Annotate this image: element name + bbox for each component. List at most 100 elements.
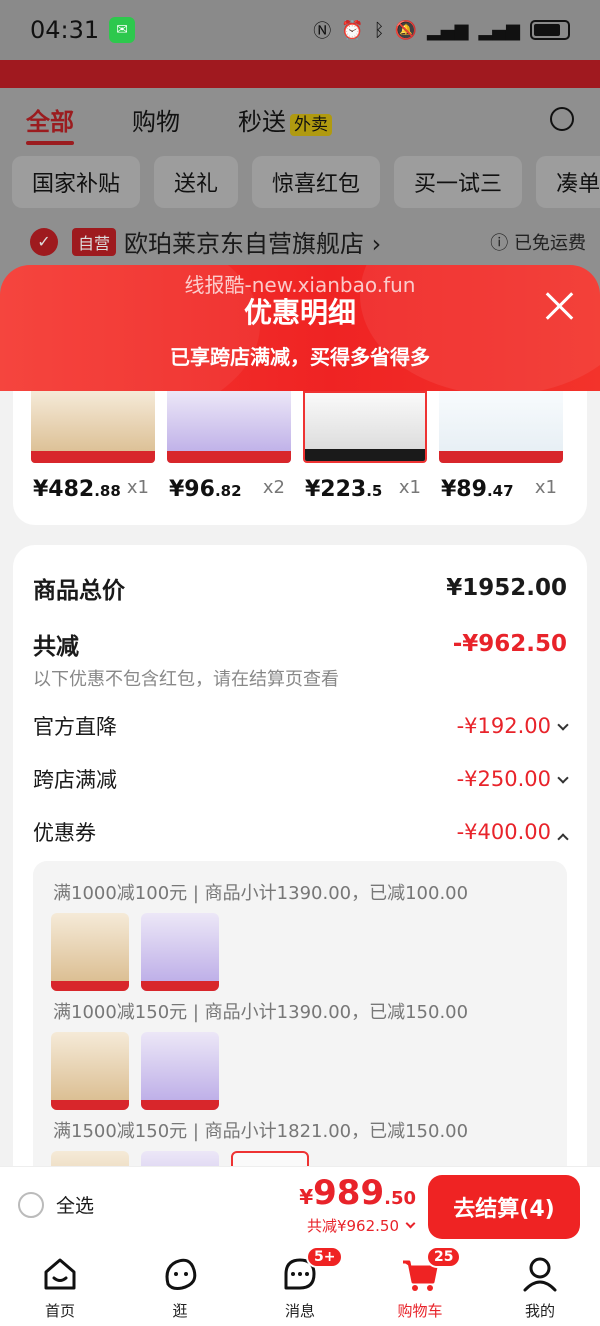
search-icon[interactable] — [550, 107, 574, 131]
cross-store-discount-row[interactable]: 跨店满减 -¥250.00 — [33, 764, 569, 794]
total-price-value: ¥1952.00 — [446, 575, 567, 601]
product-thumbnail — [141, 1032, 219, 1110]
product-quantity: x1 — [398, 477, 421, 498]
nav-profile[interactable]: 我的 — [480, 1246, 600, 1326]
product-thumbnail — [141, 913, 219, 991]
status-bar: 04:31 ✉ Ⓝ ⏰ ᛒ 🔕 ▂▄▆ ▂▄▆ — [0, 0, 600, 60]
coupon-products — [51, 1032, 219, 1110]
tab-instant[interactable]: 秒送 外卖 — [238, 102, 332, 137]
official-discount-label: 官方直降 — [33, 715, 117, 739]
check-icon[interactable]: ✓ — [30, 227, 58, 256]
coupon-row[interactable]: 优惠券 -¥400.00 — [33, 817, 569, 847]
coupon-products — [51, 913, 219, 991]
total-price-label: 商品总价 — [33, 578, 125, 604]
nav-messages[interactable]: 5+ 消息 — [240, 1246, 360, 1326]
home-icon — [40, 1254, 80, 1294]
radio-icon[interactable] — [18, 1191, 44, 1218]
product-thumbnail — [303, 391, 427, 463]
total-reduction-row: 共减 -¥962.50 — [33, 627, 567, 661]
product-thumbnail — [31, 391, 155, 463]
signal-icon-2: ▂▄▆ — [478, 19, 520, 41]
product-item[interactable]: ¥482.88 x1 — [13, 391, 155, 502]
chip-subsidy[interactable]: 国家补贴 — [12, 156, 141, 208]
select-all-label: 全选 — [56, 1195, 95, 1217]
bottom-nav: 首页 逛 5+ 消息 25 购物车 我的 — [0, 1246, 600, 1326]
product-price: ¥89.47 — [441, 477, 514, 502]
product-thumbnail — [167, 391, 291, 463]
product-item[interactable]: ¥96.82 x2 — [149, 391, 291, 502]
total-price-row: 商品总价 ¥1952.00 — [33, 571, 567, 605]
products-strip: ¥482.88 x1 ¥96.82 x2 ¥223.5 x1 ¥89.47 x1 — [13, 391, 587, 525]
cross-store-discount-label: 跨店满减 — [33, 768, 117, 792]
total-reduction-value: -¥962.50 — [452, 631, 567, 657]
discount-sheet-header: 线报酷-new.xianbao.fun 优惠明细 已享跨店满减，买得多省得多 — [0, 265, 600, 391]
nav-cart-label: 购物车 — [397, 1302, 443, 1320]
product-thumbnail — [51, 913, 129, 991]
product-thumbnail — [51, 1032, 129, 1110]
tab-instant-label: 秒送 — [238, 107, 286, 136]
chip-red-packet[interactable]: 惊喜红包 — [252, 156, 381, 208]
chevron-up-icon — [557, 833, 569, 845]
tab-shopping[interactable]: 购物 — [132, 102, 180, 137]
checkout-bar: 全选 ¥989.50 共减¥962.50 去结算(4) — [0, 1166, 600, 1246]
cart-icon: 25 — [400, 1246, 462, 1294]
price-summary-card: 商品总价 ¥1952.00 共减 -¥962.50 以下优惠不包含红包，请在结算… — [13, 545, 587, 1261]
chip-try-three[interactable]: 买一试三 — [394, 156, 523, 208]
select-all-toggle[interactable]: 全选 — [18, 1191, 94, 1218]
takeout-badge: 外卖 — [290, 113, 332, 136]
signal-icon: ▂▄▆ — [426, 19, 469, 41]
tab-all[interactable]: 全部 — [26, 102, 74, 145]
nav-profile-label: 我的 — [524, 1302, 555, 1320]
checkout-button[interactable]: 去结算(4) — [428, 1175, 580, 1239]
discount-sheet-body: ¥482.88 x1 ¥96.82 x2 ¥223.5 x1 ¥89.47 x1… — [0, 391, 600, 1261]
store-row: ✓ 自营 欧珀莱京东自营旗舰店 › ⓘ 已免运费 — [0, 224, 600, 259]
nfc-icon: Ⓝ — [313, 21, 332, 42]
product-quantity: x1 — [534, 477, 557, 498]
self-operated-tag: 自营 — [72, 227, 117, 256]
sheet-subtitle: 已享跨店满减，买得多省得多 — [170, 345, 430, 369]
nav-home[interactable]: 首页 — [0, 1246, 120, 1326]
bluetooth-icon: ᛒ — [373, 19, 385, 41]
profile-icon — [520, 1254, 560, 1294]
shipping-info: ⓘ 已免运费 — [490, 232, 586, 254]
close-icon[interactable] — [544, 291, 574, 321]
coupon-rule: 满1500减150元 | 商品小计1821.00，已减150.00 — [53, 1121, 469, 1142]
filter-chips: 国家补贴 送礼 惊喜红包 买一试三 凑单 — [0, 156, 600, 208]
coupon-rule: 满1000减150元 | 商品小计1390.00，已减150.00 — [53, 1002, 469, 1023]
coupon-label: 优惠券 — [33, 821, 96, 845]
chip-gift[interactable]: 送礼 — [154, 156, 239, 208]
chip-bundle[interactable]: 凑单 — [536, 156, 600, 208]
nav-browse-label: 逛 — [172, 1302, 188, 1320]
checkout-reduction[interactable]: 共减¥962.50 — [306, 1215, 416, 1236]
mute-icon: 🔕 — [394, 19, 417, 41]
product-price: ¥482.88 — [33, 477, 121, 502]
product-item[interactable]: ¥89.47 x1 — [421, 391, 563, 502]
cart-badge: 25 — [426, 1246, 462, 1268]
reduction-note: 以下优惠不包含红包，请在结算页查看 — [33, 669, 339, 690]
background-header — [0, 60, 600, 88]
product-item[interactable]: ¥223.5 x1 — [285, 391, 427, 502]
alarm-icon: ⏰ — [341, 19, 364, 41]
official-discount-row[interactable]: 官方直降 -¥192.00 — [33, 711, 569, 741]
product-thumbnail — [439, 391, 563, 463]
checkout-reduction-text: 共减¥962.50 — [306, 1217, 399, 1235]
status-time: 04:31 — [30, 16, 100, 44]
official-discount-value: -¥192.00 — [457, 714, 569, 738]
sheet-title: 优惠明细 — [243, 296, 356, 329]
message-badge: 5+ — [306, 1246, 344, 1268]
product-quantity: x2 — [262, 477, 285, 498]
nav-home-label: 首页 — [44, 1302, 75, 1320]
store-name[interactable]: 欧珀莱京东自营旗舰店 › — [124, 224, 381, 259]
chevron-down-icon — [405, 1218, 416, 1229]
status-icons: Ⓝ ⏰ ᛒ 🔕 ▂▄▆ ▂▄▆ — [313, 17, 570, 43]
nav-cart[interactable]: 25 购物车 — [360, 1246, 480, 1326]
browse-icon — [160, 1254, 200, 1294]
total-reduction-label: 共减 — [33, 634, 79, 660]
coupon-value: -¥400.00 — [457, 820, 569, 845]
cross-store-discount-value: -¥250.00 — [457, 767, 569, 791]
background-tabs: 全部 购物 秒送 外卖 — [0, 88, 600, 150]
nav-browse[interactable]: 逛 — [120, 1246, 240, 1326]
checkout-total-price: ¥989.50 — [299, 1173, 416, 1213]
battery-icon — [530, 20, 570, 40]
product-price: ¥96.82 — [169, 477, 242, 502]
